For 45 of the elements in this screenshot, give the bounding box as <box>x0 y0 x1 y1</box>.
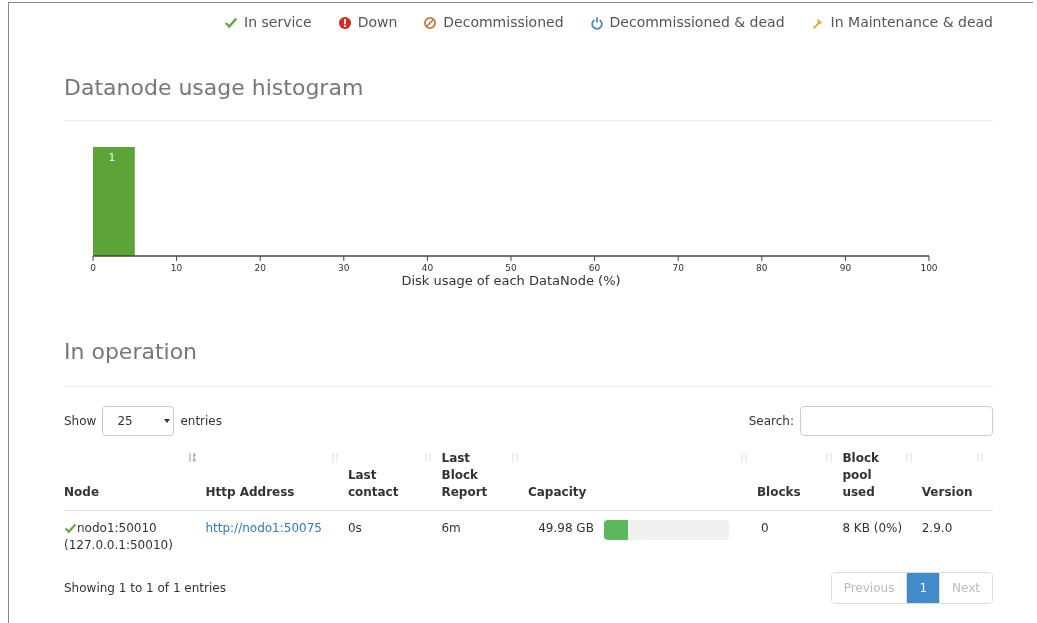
show-label: Show <box>64 413 97 430</box>
table-cell: nodo1:50010 <box>77 520 157 537</box>
table-cell-text: (127.0.0.1:50010) <box>64 537 174 554</box>
tick-label: 10 <box>170 263 183 273</box>
tick-label: 30 <box>338 263 350 273</box>
page-button[interactable]: 1 <box>906 573 940 603</box>
table-cell: 6m <box>441 521 461 535</box>
legend-label: Decommissioned & dead <box>609 13 785 32</box>
tick-label: 60 <box>588 263 601 273</box>
tick-label: 90 <box>839 263 852 273</box>
legend-label: In Maintenance & dead <box>830 13 993 32</box>
legend-label: Decommissioned <box>443 13 564 32</box>
tick-label: 0 <box>90 263 96 273</box>
legend-label: In service <box>244 13 312 32</box>
table-cell: 49.98 GB <box>538 520 594 537</box>
table-cell: 0s <box>347 521 362 535</box>
table-cell: 2.9.0 <box>921 521 953 535</box>
entries-label: entries <box>180 413 222 430</box>
column-header[interactable]: Last Block Report <box>441 448 528 511</box>
table-cell: 0 <box>760 521 769 535</box>
column-header[interactable]: Capacity <box>527 448 757 511</box>
bar-value-label: 1 <box>108 152 116 163</box>
tick-label: 80 <box>756 263 768 273</box>
column-header[interactable]: Block pool used <box>842 448 922 511</box>
column-header[interactable]: Blocks <box>756 448 843 511</box>
tick-label: 40 <box>421 263 434 273</box>
link[interactable]: http://nodo1:50075 <box>205 521 322 535</box>
legend-label: Down <box>357 13 398 32</box>
caret-icon <box>163 417 172 425</box>
column-header[interactable]: Node <box>64 448 206 511</box>
tick-label: 70 <box>672 263 684 273</box>
axis-title: Disk usage of each DataNode (%) <box>401 273 621 288</box>
column-header[interactable]: Version <box>921 448 993 511</box>
search-field[interactable] <box>800 406 993 436</box>
column-header[interactable]: Last contact <box>347 448 442 511</box>
tick-label: 20 <box>254 263 266 273</box>
column-header[interactable]: Http Address <box>205 448 348 511</box>
tick-label: 50 <box>505 263 517 273</box>
section-title: Datanode usage histogram <box>64 74 365 102</box>
page-size-select[interactable]: 25 <box>102 406 175 436</box>
search-label: Search: <box>748 413 794 430</box>
section-title: In operation <box>64 338 199 366</box>
tick-label: 100 <box>920 263 938 273</box>
table-cell: 8 KB (0%) <box>842 521 903 535</box>
table-info: Showing 1 to 1 of 1 entries <box>64 580 226 597</box>
